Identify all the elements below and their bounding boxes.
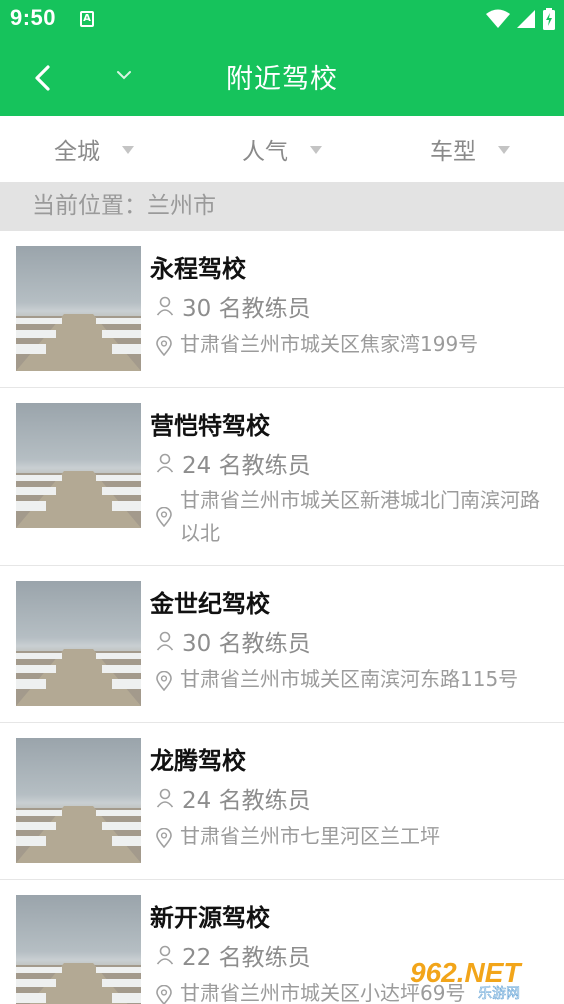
coach-count-row: 24 名教练员 xyxy=(156,781,311,815)
coach-count: 30 名教练员 xyxy=(182,631,311,657)
address-row: 甘肃省兰州市七里河区兰工坪 xyxy=(156,820,546,853)
school-list: 永程驾校 30 名教练员 甘肃省兰州市城关区焦家湾199号 营恺特驾校 24 名… xyxy=(0,231,564,1004)
coach-count-row: 24 名教练员 xyxy=(156,446,311,480)
triangle-down-icon xyxy=(498,146,510,154)
school-photo xyxy=(16,738,141,863)
school-photo xyxy=(16,403,141,528)
coach-count-row: 30 名教练员 xyxy=(156,289,311,323)
page-title: 附近驾校 xyxy=(226,64,338,95)
triangle-down-icon xyxy=(122,146,134,154)
address-row: 甘肃省兰州市城关区焦家湾199号 xyxy=(156,328,546,361)
coach-count: 24 名教练员 xyxy=(182,453,311,479)
status-icons xyxy=(486,8,556,30)
coach-count: 30 名教练员 xyxy=(182,296,311,322)
wifi-icon xyxy=(486,9,510,28)
person-icon xyxy=(156,296,174,316)
triangle-down-icon xyxy=(310,146,322,154)
filter-car-type-label: 车型 xyxy=(430,139,476,165)
school-name: 新开源驾校 xyxy=(150,904,270,932)
svg-text:乐游网: 乐游网 xyxy=(478,986,520,1000)
filter-area[interactable]: 全城 xyxy=(0,116,188,182)
app-bar: 附近驾校 xyxy=(0,38,564,116)
signal-icon xyxy=(517,10,535,28)
school-photo xyxy=(16,246,141,371)
location-pin-icon xyxy=(156,336,172,356)
filter-area-label: 全城 xyxy=(54,139,100,165)
list-item[interactable]: 金世纪驾校 30 名教练员 甘肃省兰州市城关区南滨河东路115号 xyxy=(0,566,564,723)
list-item[interactable]: 永程驾校 30 名教练员 甘肃省兰州市城关区焦家湾199号 xyxy=(0,231,564,388)
battery-icon xyxy=(543,8,555,30)
current-location-bar: 当前位置：兰州市 xyxy=(0,182,564,231)
notification-a-icon: A xyxy=(80,11,94,27)
coach-count-row: 30 名教练员 xyxy=(156,624,311,658)
location-pin-icon xyxy=(156,671,172,691)
person-icon xyxy=(156,453,174,473)
school-name: 永程驾校 xyxy=(150,255,246,283)
location-pin-icon xyxy=(156,985,172,1004)
school-name: 龙腾驾校 xyxy=(150,747,246,775)
coach-count: 22 名教练员 xyxy=(182,945,311,971)
filter-car-type[interactable]: 车型 xyxy=(376,116,564,182)
coach-count: 24 名教练员 xyxy=(182,788,311,814)
location-pin-icon xyxy=(156,828,172,848)
watermark-logo: 962.NET 乐游网 xyxy=(406,954,556,1002)
address-row: 甘肃省兰州市城关区南滨河东路115号 xyxy=(156,663,546,696)
filter-bar: 全城 人气 车型 xyxy=(0,116,564,182)
school-name: 营恺特驾校 xyxy=(150,412,270,440)
school-address: 甘肃省兰州市七里河区兰工坪 xyxy=(180,824,440,848)
school-name: 金世纪驾校 xyxy=(150,590,270,618)
svg-text:962.NET: 962.NET xyxy=(410,957,523,988)
list-item[interactable]: 龙腾驾校 24 名教练员 甘肃省兰州市七里河区兰工坪 xyxy=(0,723,564,880)
coach-count-row: 22 名教练员 xyxy=(156,938,311,972)
person-icon xyxy=(156,945,174,965)
school-address: 甘肃省兰州市城关区新港城北门南滨河路以北 xyxy=(180,488,540,545)
school-photo xyxy=(16,581,141,706)
person-icon xyxy=(156,631,174,651)
address-row: 甘肃省兰州市城关区新港城北门南滨河路以北 xyxy=(156,484,546,550)
school-address: 甘肃省兰州市城关区南滨河东路115号 xyxy=(180,667,519,691)
list-item[interactable]: 营恺特驾校 24 名教练员 甘肃省兰州市城关区新港城北门南滨河路以北 xyxy=(0,388,564,566)
status-bar: 9:50 A xyxy=(0,0,564,38)
filter-popularity-label: 人气 xyxy=(242,139,288,165)
status-time: 9:50 xyxy=(10,5,57,30)
location-pin-icon xyxy=(156,507,172,527)
person-icon xyxy=(156,788,174,808)
school-photo xyxy=(16,895,141,1004)
filter-popularity[interactable]: 人气 xyxy=(188,116,376,182)
school-address: 甘肃省兰州市城关区焦家湾199号 xyxy=(180,332,479,356)
